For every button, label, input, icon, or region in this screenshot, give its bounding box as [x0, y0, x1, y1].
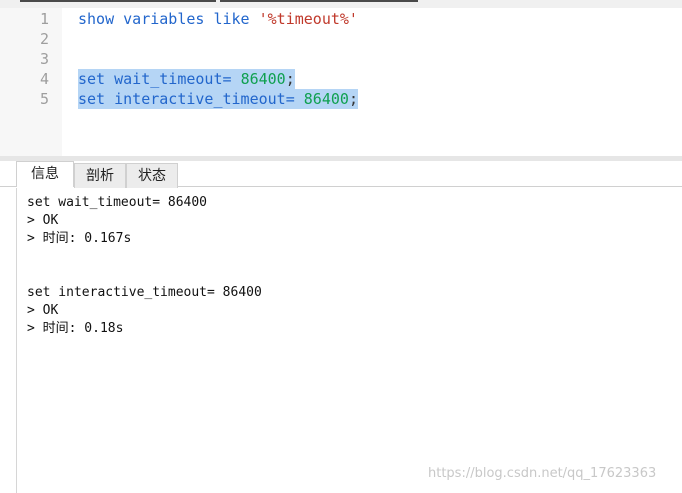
- line-number: 2: [40, 30, 50, 48]
- code-punct: ;: [285, 70, 295, 88]
- tab-status[interactable]: 状态: [126, 163, 178, 188]
- output-line: > 时间: 0.167s: [27, 231, 132, 246]
- editor-line[interactable]: 3: [0, 49, 682, 69]
- code-text-selected[interactable]: set wait_timeout= 86400;: [78, 69, 295, 89]
- tab-info[interactable]: 信息: [16, 161, 74, 187]
- editor-line[interactable]: 2: [0, 29, 682, 49]
- output-line: > 时间: 0.18s: [27, 321, 124, 336]
- line-number: 4: [40, 70, 50, 88]
- output-line: set wait_timeout= 86400: [27, 195, 208, 210]
- top-tab-strip: [0, 0, 682, 8]
- sql-editor[interactable]: 1 show variables like '%timeout%' 2 3 4 …: [0, 8, 682, 156]
- code-number: 86400: [303, 90, 349, 108]
- code-keyword: set wait_timeout=: [78, 70, 241, 88]
- result-tab-bar: 信息 剖析 状态: [0, 161, 682, 188]
- sql-query-window: 1 show variables like '%timeout%' 2 3 4 …: [0, 0, 682, 493]
- editor-line[interactable]: 1 show variables like '%timeout%': [0, 9, 682, 29]
- code-text-selected[interactable]: set interactive_timeout= 86400;: [78, 89, 358, 109]
- code-number: 86400: [240, 70, 286, 88]
- watermark-text: https://blog.csdn.net/qq_17623363: [428, 466, 657, 481]
- message-output-panel: set wait_timeout= 86400 > OK > 时间: 0.167…: [16, 188, 682, 493]
- code-punct: ;: [348, 90, 358, 108]
- output-line: set interactive_timeout= 86400: [27, 285, 262, 300]
- top-tab-indicator[interactable]: [220, 0, 418, 2]
- output-line: > OK: [27, 303, 59, 318]
- line-number: 5: [40, 90, 50, 108]
- line-number: 3: [40, 50, 50, 68]
- code-keyword: show variables like: [78, 10, 259, 28]
- editor-line[interactable]: 4 set wait_timeout= 86400;: [0, 69, 682, 89]
- editor-line[interactable]: 5 set interactive_timeout= 86400;: [0, 89, 682, 109]
- output-line: > OK: [27, 213, 59, 228]
- code-keyword: set interactive_timeout=: [78, 90, 304, 108]
- line-number: 1: [40, 10, 50, 28]
- code-text[interactable]: show variables like '%timeout%': [78, 9, 358, 29]
- code-string: '%timeout%': [258, 10, 358, 28]
- top-tab-indicator[interactable]: [20, 0, 216, 2]
- tab-profile[interactable]: 剖析: [74, 163, 126, 188]
